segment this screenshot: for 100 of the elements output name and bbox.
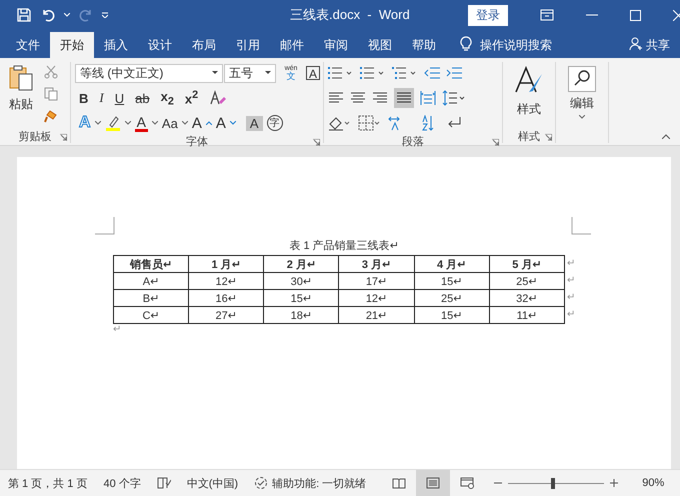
customize-icon[interactable] bbox=[102, 12, 108, 18]
ribbon-tab[interactable]: 引用 bbox=[226, 32, 270, 58]
dialog-launcher-icon[interactable] bbox=[60, 134, 67, 141]
change-case-button[interactable]: Aa bbox=[162, 116, 178, 130]
format-button[interactable]: U bbox=[114, 90, 124, 106]
caret-up-icon bbox=[206, 121, 212, 125]
accessibility-icon[interactable] bbox=[254, 476, 268, 490]
zoom-in-icon[interactable] bbox=[610, 479, 618, 487]
format-button[interactable]: B bbox=[79, 90, 88, 106]
ribbon-tab[interactable]: 插入 bbox=[94, 32, 138, 58]
caret-icon bbox=[230, 121, 236, 125]
proofing-icon[interactable] bbox=[156, 477, 171, 489]
table-cell: 15↵ bbox=[414, 272, 490, 290]
clear-formatting-icon[interactable] bbox=[209, 90, 228, 106]
character-border-button[interactable]: A bbox=[306, 66, 320, 80]
tell-me-search[interactable]: 操作说明搜索 bbox=[480, 32, 552, 58]
save-icon[interactable] bbox=[16, 7, 32, 23]
paragraph-mark-icon[interactable] bbox=[446, 116, 462, 130]
format-button[interactable]: ab bbox=[135, 90, 150, 106]
justify-icon[interactable] bbox=[394, 88, 414, 108]
ribbon-display-icon[interactable] bbox=[540, 9, 554, 21]
line-spacing-icon[interactable] bbox=[442, 90, 466, 106]
group-label: 剪贴板 bbox=[18, 130, 52, 144]
decrease-indent-icon[interactable] bbox=[424, 66, 440, 80]
ribbon-tab[interactable]: 视图 bbox=[358, 32, 402, 58]
word-count[interactable]: 40 个字 bbox=[103, 476, 141, 490]
margin-corner-icon bbox=[95, 217, 115, 235]
column-header: 1 月↵ bbox=[188, 256, 264, 272]
lightbulb-icon bbox=[460, 36, 472, 52]
ribbon-tab[interactable]: 文件 bbox=[6, 32, 50, 58]
distributed-icon[interactable] bbox=[420, 90, 436, 106]
table-cell: A↵ bbox=[114, 272, 189, 290]
login-button[interactable]: 登录 bbox=[468, 4, 508, 26]
cut-icon[interactable] bbox=[44, 65, 58, 79]
font-size-field[interactable]: 五号 bbox=[224, 64, 276, 82]
borders-icon[interactable] bbox=[358, 115, 382, 131]
page-count[interactable]: 第 1 页，共 1 页 bbox=[8, 476, 88, 490]
paste-button[interactable]: 粘贴 bbox=[4, 62, 38, 129]
format-button[interactable]: x$_{2}$ bbox=[160, 88, 174, 108]
dialog-launcher-icon[interactable] bbox=[492, 139, 499, 146]
font-color-button[interactable]: A bbox=[134, 114, 148, 132]
zoom-level[interactable]: 90% bbox=[642, 477, 664, 489]
caret-icon[interactable] bbox=[94, 121, 101, 125]
accessibility-status[interactable]: 辅助功能: 一切就绪 bbox=[272, 476, 366, 490]
table-cell: 32↵ bbox=[489, 290, 564, 306]
language-status[interactable]: 中文(中国) bbox=[186, 476, 238, 490]
clipboard-icon bbox=[8, 64, 34, 92]
table-cell: 18↵ bbox=[264, 306, 339, 324]
align-center-icon[interactable] bbox=[350, 91, 366, 105]
ribbon-tab[interactable]: 帮助 bbox=[402, 32, 446, 58]
numbered-list-icon[interactable] bbox=[360, 66, 386, 80]
caret-icon[interactable] bbox=[182, 121, 188, 125]
column-header: 2 月↵ bbox=[264, 256, 339, 272]
person-icon[interactable] bbox=[629, 37, 643, 51]
highlighter-icon[interactable] bbox=[104, 115, 121, 131]
ribbon-tab[interactable]: 审阅 bbox=[314, 32, 358, 58]
styles-button[interactable]: 样式 bbox=[514, 62, 544, 129]
format-painter-icon[interactable] bbox=[44, 109, 58, 123]
ribbon-tab[interactable]: 布局 bbox=[182, 32, 226, 58]
table-caption: 表 1 产品销量三线表↵ bbox=[288, 238, 400, 253]
grow-font-button[interactable]: A bbox=[192, 114, 202, 132]
share-button[interactable]: 共享 bbox=[643, 32, 680, 58]
table-cell: 17↵ bbox=[338, 272, 414, 290]
editing-button[interactable]: 编辑 bbox=[568, 62, 596, 129]
minimize-icon[interactable] bbox=[586, 14, 598, 16]
table-cell: 25↵ bbox=[414, 290, 490, 306]
caret-icon bbox=[212, 71, 218, 75]
column-header: 5 月↵ bbox=[489, 256, 564, 272]
ribbon-tab[interactable]: 邮件 bbox=[270, 32, 314, 58]
read-mode-icon bbox=[392, 478, 406, 488]
group-label: 样式 bbox=[518, 130, 540, 144]
caret-icon[interactable] bbox=[152, 121, 158, 125]
enclose-character-button[interactable]: 字 bbox=[266, 115, 283, 131]
table-cell: B↵ bbox=[114, 290, 189, 306]
web-layout-icon bbox=[460, 477, 474, 489]
shrink-font-button[interactable]: A bbox=[216, 114, 226, 132]
dialog-launcher-icon[interactable] bbox=[545, 134, 552, 141]
font-name-field[interactable]: 等线 (中文正文) bbox=[75, 64, 223, 82]
format-button[interactable]: I bbox=[99, 90, 104, 106]
ribbon-tab[interactable]: 设计 bbox=[138, 32, 182, 58]
bullet-list-icon[interactable] bbox=[328, 66, 354, 80]
table-cell: 27↵ bbox=[188, 306, 264, 324]
maximize-icon[interactable] bbox=[630, 10, 641, 20]
view-button[interactable] bbox=[416, 470, 450, 496]
copy-icon[interactable] bbox=[44, 87, 58, 101]
collapse-ribbon-icon[interactable] bbox=[662, 134, 670, 139]
format-button[interactable]: x$^{2}$ bbox=[184, 89, 198, 107]
window-title: 三线表.docx - Word bbox=[290, 6, 411, 24]
align-left-icon[interactable] bbox=[328, 91, 344, 105]
ribbon-tab[interactable]: 开始 bbox=[50, 32, 94, 58]
character-shading-button[interactable]: A bbox=[246, 116, 263, 130]
increase-indent-icon[interactable] bbox=[446, 66, 462, 80]
table-cell: C↵ bbox=[114, 306, 189, 324]
caret-icon[interactable] bbox=[124, 121, 131, 125]
table-cell: 11↵ bbox=[489, 306, 564, 324]
table-cell: 12↵ bbox=[188, 272, 264, 290]
table-cell: 12↵ bbox=[338, 290, 414, 306]
multilevel-list-icon[interactable] bbox=[392, 66, 418, 80]
dialog-launcher-icon[interactable] bbox=[313, 139, 320, 146]
align-right-icon[interactable] bbox=[372, 91, 388, 105]
